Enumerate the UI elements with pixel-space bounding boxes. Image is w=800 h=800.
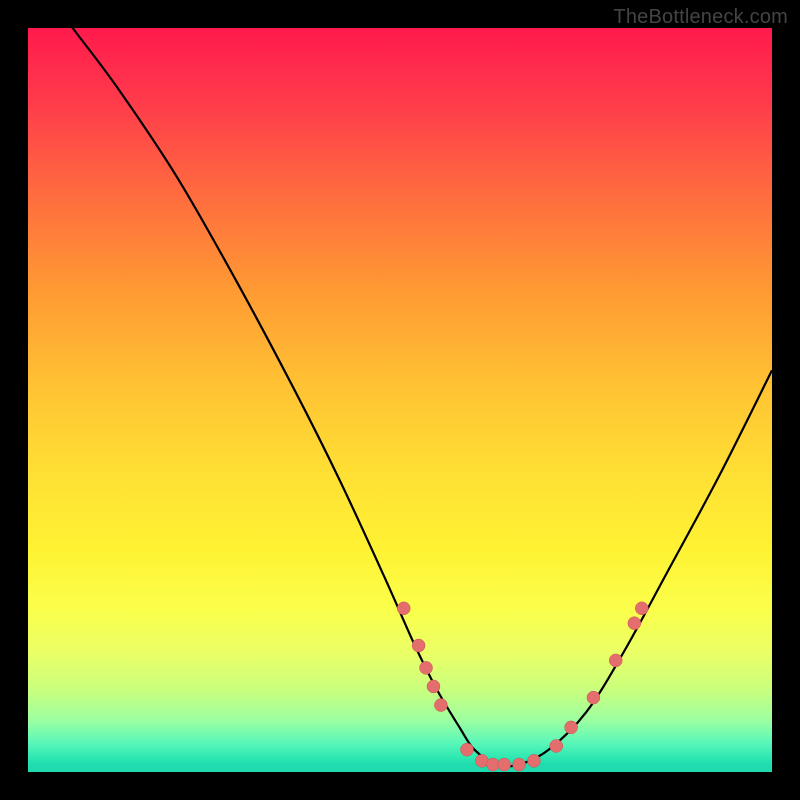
curve-svg [28,28,772,772]
marker-dot [460,743,473,756]
marker-dot [587,691,600,704]
marker-dot [628,617,641,630]
marker-dot [397,602,410,615]
marker-dot [565,721,578,734]
marker-dot [434,699,447,712]
plot-area [28,28,772,772]
chart-container: TheBottleneck.com [0,0,800,800]
marker-dot [427,680,440,693]
marker-dot [412,639,425,652]
marker-dot [420,661,433,674]
bottleneck-curve [28,28,772,766]
marker-dot [550,739,563,752]
marker-dot [635,602,648,615]
watermark-text: TheBottleneck.com [613,6,788,29]
marker-dot [609,654,622,667]
marker-dot [513,758,526,771]
marker-dot [527,754,540,767]
marker-dots [397,602,648,771]
marker-dot [498,758,511,771]
